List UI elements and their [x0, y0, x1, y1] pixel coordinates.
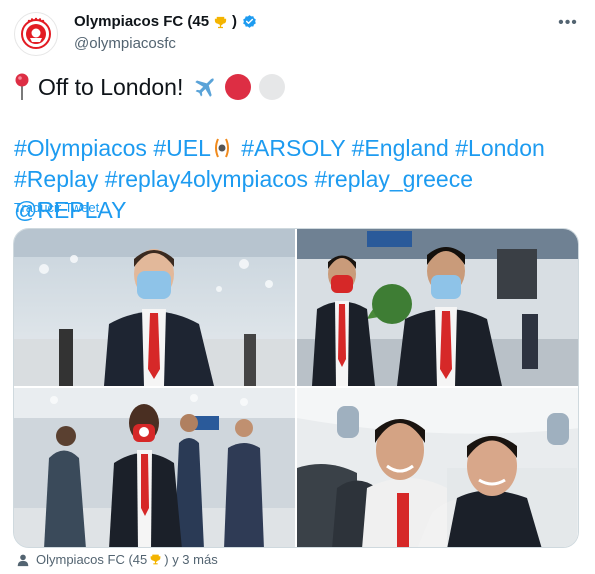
author-block: Olympiacos FC (45 ) @olympiacosfc: [74, 12, 258, 54]
hashtag-link[interactable]: #Olympiacos: [14, 135, 147, 161]
tagged-people[interactable]: Olympiacos FC (45 ) y 3 más: [16, 552, 218, 567]
hashtag-link[interactable]: #UEL: [153, 135, 211, 161]
hashtag-link[interactable]: #replay4olympiacos: [105, 166, 308, 192]
tweet: Olympiacos FC (45 ) @olympiacosfc ••• Of…: [0, 0, 595, 574]
more-options-icon[interactable]: •••: [557, 12, 579, 34]
hashtags: #Olympiacos #UEL #ARSOLY #England #Londo…: [14, 133, 584, 226]
tagged-suffix: ) y 3 más: [164, 552, 218, 567]
author-handle[interactable]: @olympiacosfc: [74, 34, 258, 54]
olympiacos-logo-icon: [21, 17, 51, 49]
tweet-text-line1: Off to London!: [14, 70, 286, 104]
europa-league-logo-icon: [214, 138, 229, 158]
tagged-text: Olympiacos FC (45: [36, 552, 148, 567]
round-pushpin-icon: [15, 73, 29, 100]
hashtag-link[interactable]: #London: [455, 135, 545, 161]
red-circle-icon: [225, 74, 252, 100]
author-name-suffix: ): [232, 13, 238, 30]
hashtags-line2: #Replay #replay4olympiacos #replay_greec…: [14, 164, 584, 226]
author-name[interactable]: Olympiacos FC (45: [74, 12, 209, 32]
airplane-icon: [195, 78, 215, 97]
person-icon: [17, 554, 29, 566]
translate-tweet-link[interactable]: Traducir Tweet: [14, 200, 99, 215]
trophy-icon: [214, 16, 227, 28]
trophy-icon: [150, 554, 161, 565]
photo-two-players-airport[interactable]: [297, 229, 578, 386]
hashtag-link[interactable]: #Replay: [14, 166, 98, 192]
author-name-row[interactable]: Olympiacos FC (45 ): [74, 12, 258, 32]
hashtag-link[interactable]: #England: [352, 135, 449, 161]
hashtag-link[interactable]: #ARSOLY: [241, 135, 345, 161]
photo-player-with-mask-airport[interactable]: [14, 229, 295, 386]
verified-badge-icon: [243, 14, 256, 28]
media-grid: [13, 228, 579, 548]
photo-players-on-plane[interactable]: [297, 388, 578, 547]
tweet-text: Off to London!: [38, 74, 184, 100]
white-circle-icon: [259, 74, 286, 100]
avatar[interactable]: [14, 12, 58, 56]
photo-player-walking-airport[interactable]: [14, 388, 295, 547]
hashtag-link[interactable]: #replay_greece: [314, 166, 473, 192]
hashtags-line1: #Olympiacos #UEL #ARSOLY #England #Londo…: [14, 133, 584, 164]
